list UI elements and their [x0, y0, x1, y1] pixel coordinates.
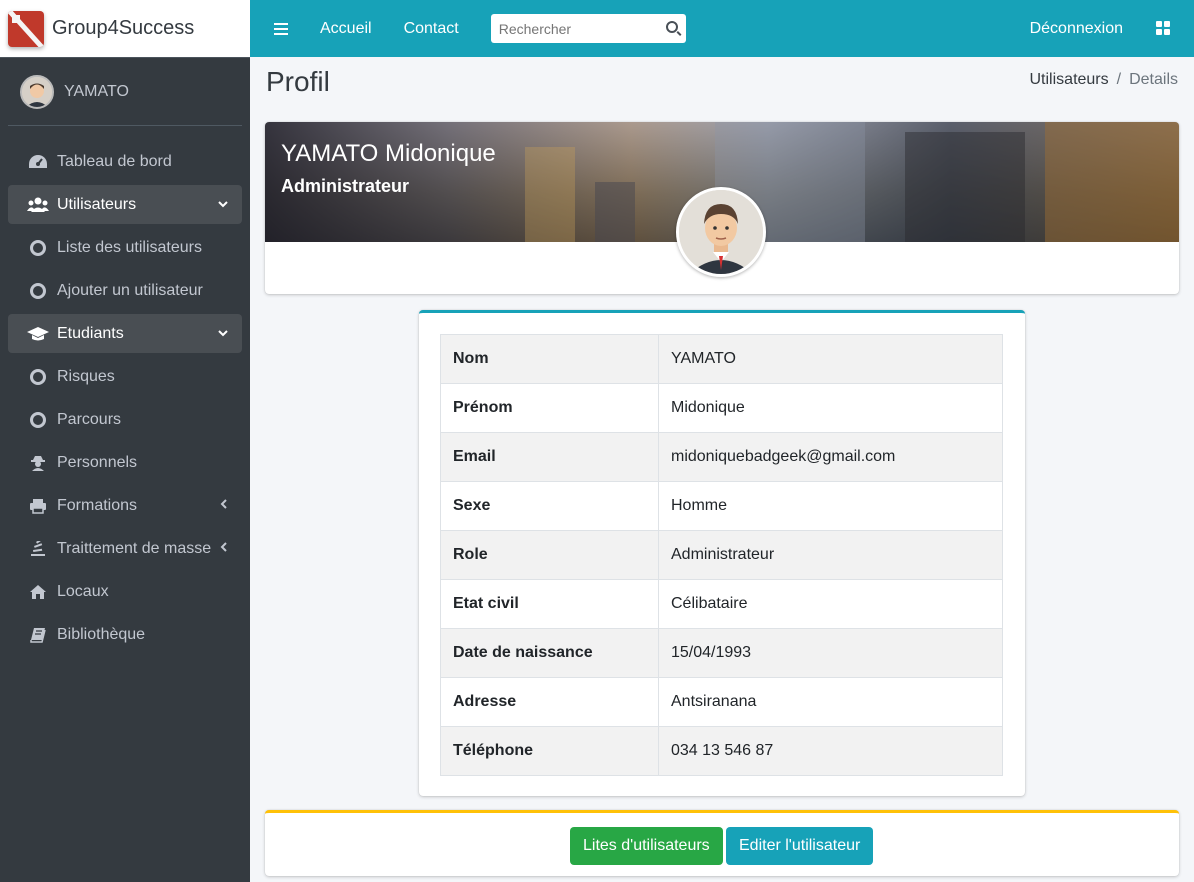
- detail-key: Sexe: [440, 481, 659, 531]
- logout-link[interactable]: Déconnexion: [1030, 20, 1123, 38]
- user-panel[interactable]: YAMATO: [8, 58, 242, 126]
- circle-icon: [30, 368, 46, 385]
- sidebar-item-label: Liste des utilisateurs: [57, 238, 202, 256]
- sidebar-item-library[interactable]: Bibliothèque: [8, 615, 242, 654]
- user-details-table: Nom YAMATO Prénom Midonique Email midonique…: [440, 334, 1003, 776]
- list-users-button[interactable]: Lites d'utilisateurs: [570, 827, 723, 865]
- stack-icon: [27, 540, 49, 558]
- chevron-left-icon: [220, 498, 228, 512]
- sidebar-item-add-user[interactable]: Ajouter un utilisateur: [8, 271, 242, 310]
- table-row: Email midoniquebadgeek@gmail.com: [440, 432, 1003, 482]
- sidebar-item-label: Bibliothèque: [57, 625, 146, 643]
- breadcrumb-separator: /: [1116, 71, 1122, 88]
- page-title: Profil: [266, 66, 330, 97]
- widgets-icon[interactable]: [1156, 21, 1170, 35]
- search-box: [490, 14, 686, 43]
- user-details-card: Nom YAMATO Prénom Midonique Email midonique…: [419, 310, 1025, 796]
- sidebar-item-trainings[interactable]: Formations: [8, 486, 242, 525]
- circle-icon: [30, 411, 46, 428]
- print-icon: [27, 497, 49, 515]
- sidebar-item-mass-processing[interactable]: Traittement de masse: [8, 529, 242, 568]
- circle-icon: [30, 282, 46, 299]
- sidebar-item-user-list[interactable]: Liste des utilisateurs: [8, 228, 242, 267]
- sidebar: Group4Success YAMATO Tableau de bord Uti…: [0, 0, 250, 882]
- detail-key: Adresse: [440, 677, 659, 727]
- brand-logo-icon: [8, 10, 44, 47]
- edit-user-button[interactable]: Editer l'utilisateur: [726, 827, 874, 865]
- sidebar-item-label: Ajouter un utilisateur: [57, 281, 203, 299]
- detail-key: Téléphone: [440, 726, 659, 776]
- detail-value: 034 13 546 87: [658, 726, 1003, 776]
- breadcrumb: Utilisateurs / Details: [1030, 71, 1179, 89]
- detail-key: Role: [440, 530, 659, 580]
- home-icon: [27, 583, 49, 601]
- sidebar-item-students[interactable]: Etudiants: [8, 314, 242, 353]
- sidebar-item-users[interactable]: Utilisateurs: [8, 185, 242, 224]
- sidebar-item-staff[interactable]: Personnels: [8, 443, 242, 482]
- table-row: Prénom Midonique: [440, 383, 1003, 433]
- brand-name: Group4Success: [52, 17, 195, 39]
- users-icon: [27, 196, 49, 214]
- book-icon: [27, 626, 49, 644]
- breadcrumb-users[interactable]: Utilisateurs: [1030, 71, 1109, 89]
- avatar: [20, 74, 54, 109]
- table-row: Nom YAMATO: [440, 334, 1003, 384]
- table-row: Date de naissance 15/04/1993: [440, 628, 1003, 678]
- sidebar-item-paths[interactable]: Parcours: [8, 400, 242, 439]
- detail-value: Antsiranana: [658, 677, 1003, 727]
- search-icon[interactable]: [665, 21, 678, 33]
- table-row: Etat civil Célibataire: [440, 579, 1003, 629]
- menu-toggle-icon[interactable]: [274, 22, 288, 35]
- detail-value: 15/04/1993: [658, 628, 1003, 678]
- detail-value: YAMATO: [658, 334, 1003, 384]
- sidebar-item-label: Personnels: [57, 453, 138, 471]
- detail-value: Midonique: [658, 383, 1003, 433]
- table-row: Role Administrateur: [440, 530, 1003, 580]
- chevron-down-icon: [218, 197, 228, 211]
- profile-widget: YAMATO Midonique Administrateur: [265, 122, 1179, 294]
- dashboard-icon: [27, 153, 49, 171]
- table-row: Téléphone 034 13 546 87: [440, 726, 1003, 776]
- top-navbar: Accueil Contact Déconnexion: [250, 0, 1194, 57]
- detail-key: Etat civil: [440, 579, 659, 629]
- sidebar-item-label: Traittement de masse: [57, 539, 212, 557]
- detail-key: Prénom: [440, 383, 659, 433]
- detail-value: midoniquebadgeek@gmail.com: [658, 432, 1003, 482]
- sidebar-item-dashboard[interactable]: Tableau de bord: [8, 142, 242, 181]
- profile-role: Administrateur: [281, 176, 410, 196]
- sidebar-item-label: Locaux: [57, 582, 109, 600]
- sidebar-item-label: Utilisateurs: [57, 195, 137, 213]
- profile-avatar: [676, 187, 766, 277]
- chevron-down-icon: [218, 326, 228, 340]
- nav-link-home[interactable]: Accueil: [320, 20, 372, 38]
- circle-icon: [30, 239, 46, 256]
- sidebar-item-label: Formations: [57, 496, 138, 514]
- search-input[interactable]: [498, 20, 649, 37]
- nav-link-contact[interactable]: Contact: [404, 20, 459, 38]
- sidebar-item-label: Tableau de bord: [57, 152, 172, 170]
- detail-value: Administrateur: [658, 530, 1003, 580]
- sidebar-item-label: Risques: [57, 367, 115, 385]
- user-name: YAMATO: [64, 82, 129, 100]
- profile-full-name: YAMATO Midonique: [281, 140, 496, 167]
- sidebar-item-risks[interactable]: Risques: [8, 357, 242, 396]
- sidebar-item-label: Parcours: [57, 410, 122, 428]
- user-secret-icon: [27, 454, 49, 472]
- detail-value: Homme: [658, 481, 1003, 531]
- sidebar-nav: Tableau de bord Utilisateurs Liste des u…: [0, 126, 250, 654]
- breadcrumb-current: Details: [1129, 71, 1178, 88]
- graduation-cap-icon: [27, 325, 49, 343]
- sidebar-item-premises[interactable]: Locaux: [8, 572, 242, 611]
- brand-link[interactable]: Group4Success: [0, 0, 250, 58]
- detail-key: Email: [440, 432, 659, 482]
- chevron-left-icon: [220, 541, 228, 555]
- detail-key: Nom: [440, 334, 659, 384]
- table-row: Adresse Antsiranana: [440, 677, 1003, 727]
- actions-card: Lites d'utilisateurs Editer l'utilisateu…: [265, 810, 1179, 876]
- detail-value: Célibataire: [658, 579, 1003, 629]
- detail-key: Date de naissance: [440, 628, 659, 678]
- sidebar-item-label: Etudiants: [57, 324, 124, 342]
- table-row: Sexe Homme: [440, 481, 1003, 531]
